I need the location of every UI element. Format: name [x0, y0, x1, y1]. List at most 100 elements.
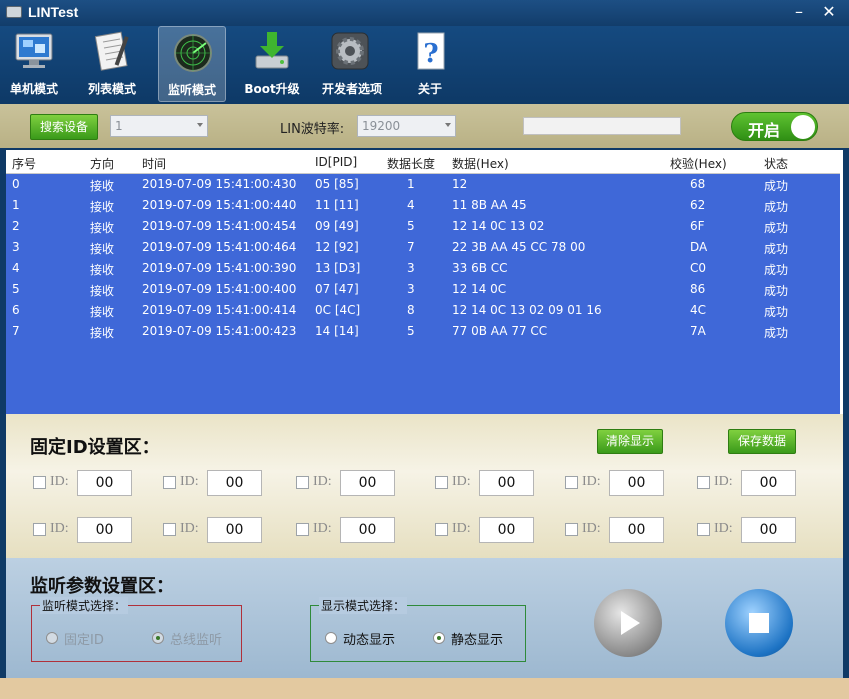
id-checkbox[interactable] — [435, 476, 448, 489]
table-cell: 4 — [407, 198, 415, 212]
table-cell: 接收 — [90, 242, 115, 256]
col-data-hex[interactable]: 数据(Hex) — [452, 155, 509, 172]
table-cell: 5 — [12, 282, 20, 296]
chevron-down-icon — [445, 123, 451, 127]
table-row[interactable]: 5 接收 2019-07-09 15:41:00:400 07 [47] 3 12 14 … — [6, 279, 843, 300]
table-cell: 2019-07-09 15:41:00:430 — [142, 177, 297, 191]
table-cell: 62 — [690, 198, 706, 212]
id-checkbox[interactable] — [697, 476, 710, 489]
message-table: 序号 方向 时间 ID[PID] 数据长度 数据(Hex) 校验(Hex) 状态… — [6, 150, 843, 414]
table-cell: 接收 — [90, 284, 115, 298]
monitor-params-title: 监听参数设置区： — [30, 576, 174, 597]
id-label: ID: — [582, 521, 601, 536]
table-row[interactable]: 3 接收 2019-07-09 15:41:00:464 12 [92] 7 22 3B … — [6, 237, 843, 258]
toggle-knob — [791, 115, 815, 139]
table-cell: 12 14 0C 13 02 — [452, 219, 545, 233]
id-value-input[interactable]: 00 — [609, 517, 664, 543]
id-label: ID: — [180, 521, 199, 536]
col-checksum[interactable]: 校验(Hex) — [670, 155, 727, 172]
id-value-input[interactable]: 00 — [741, 517, 796, 543]
toolbar-label: 单机模式 — [9, 82, 58, 96]
id-checkbox[interactable] — [33, 523, 46, 536]
col-direction[interactable]: 方向 — [90, 155, 114, 172]
id-checkbox[interactable] — [565, 476, 578, 489]
id-checkbox[interactable] — [33, 476, 46, 489]
id-value-input[interactable]: 00 — [77, 470, 132, 496]
table-cell: 4C — [690, 303, 707, 317]
app-icon — [6, 6, 22, 18]
baud-rate-select[interactable]: 19200 — [357, 115, 456, 137]
col-id-pid[interactable]: ID[PID] — [315, 155, 357, 169]
stop-button[interactable] — [725, 589, 793, 657]
table-row[interactable]: 1 接收 2019-07-09 15:41:00:440 11 [11] 4 11 8B … — [6, 195, 843, 216]
table-row[interactable]: 0 接收 2019-07-09 15:41:00:430 05 [85] 1 12 68 成功 — [6, 174, 843, 195]
table-row[interactable]: 7 接收 2019-07-09 15:41:00:423 14 [14] 5 77 0B … — [6, 321, 843, 342]
id-value-input[interactable]: 00 — [609, 470, 664, 496]
id-value-input[interactable]: 00 — [207, 517, 262, 543]
id-value-input[interactable]: 00 — [340, 470, 395, 496]
notepad-icon — [94, 31, 129, 71]
id-checkbox[interactable] — [435, 523, 448, 536]
table-cell: 2019-07-09 15:41:00:423 — [142, 324, 297, 338]
table-cell: C0 — [690, 261, 707, 275]
toolbar-about[interactable]: ? 关于 — [396, 26, 464, 102]
table-cell: 4 — [12, 261, 20, 275]
id-label: ID: — [452, 521, 471, 536]
minimize-button[interactable]: – — [788, 2, 810, 22]
table-cell: 77 0B AA 77 CC — [452, 324, 548, 338]
close-button[interactable]: ✕ — [818, 2, 840, 22]
save-data-button[interactable]: 保存数据 — [728, 429, 796, 454]
id-value-input[interactable]: 00 — [479, 517, 534, 543]
toolbar-monitor-mode[interactable]: 监听模式 — [158, 26, 226, 102]
id-value-input[interactable]: 00 — [340, 517, 395, 543]
id-checkbox[interactable] — [296, 523, 309, 536]
id-checkbox[interactable] — [163, 476, 176, 489]
chevron-down-icon — [197, 123, 203, 127]
table-cell: 2019-07-09 15:41:00:464 — [142, 240, 297, 254]
table-cell: 05 [85] — [315, 177, 359, 191]
search-device-button[interactable]: 搜索设备 — [30, 114, 98, 140]
table-cell: 12 — [452, 177, 468, 191]
table-cell: 2019-07-09 15:41:00:414 — [142, 303, 297, 317]
bottom-strip — [0, 678, 849, 699]
id-value-input[interactable]: 00 — [77, 517, 132, 543]
id-label: ID: — [452, 474, 471, 489]
id-value-input[interactable]: 00 — [207, 470, 262, 496]
toolbar-boot-upgrade[interactable]: Boot升级 — [238, 26, 306, 102]
col-data-length[interactable]: 数据长度 — [387, 155, 435, 172]
clear-display-button[interactable]: 清除显示 — [597, 429, 663, 454]
table-row[interactable]: 2 接收 2019-07-09 15:41:00:454 09 [49] 5 12 14 … — [6, 216, 843, 237]
toolbar-list-mode[interactable]: 列表模式 — [78, 26, 146, 102]
table-cell: 0 — [12, 177, 20, 191]
col-status[interactable]: 状态 — [764, 155, 788, 172]
id-label: ID: — [180, 474, 199, 489]
start-button[interactable] — [594, 589, 662, 657]
table-cell: 11 8B AA 45 — [452, 198, 527, 212]
open-toggle[interactable]: 开启 — [731, 112, 818, 141]
toolbar-developer-options[interactable]: 开发者选项 — [316, 26, 388, 102]
id-checkbox[interactable] — [163, 523, 176, 536]
id-value-input[interactable]: 00 — [741, 470, 796, 496]
table-cell: 33 6B CC — [452, 261, 508, 275]
table-cell: 接收 — [90, 326, 115, 340]
device-select[interactable]: 1 — [110, 115, 208, 137]
toolbar-standalone-mode[interactable]: 单机模式 — [0, 26, 68, 102]
table-row[interactable]: 6 接收 2019-07-09 15:41:00:414 0C [4C] 8 12 14 … — [6, 300, 843, 321]
id-value-input[interactable]: 00 — [479, 470, 534, 496]
table-cell: 14 [14] — [315, 324, 359, 338]
table-cell: 13 [D3] — [315, 261, 361, 275]
radar-icon — [174, 34, 212, 72]
col-index[interactable]: 序号 — [12, 155, 36, 172]
table-row[interactable]: 4 接收 2019-07-09 15:41:00:390 13 [D3] 3 33 6B … — [6, 258, 843, 279]
id-label: ID: — [582, 474, 601, 489]
toolbar-label: Boot升级 — [244, 82, 300, 96]
monitor-mode-caption: 监听模式选择： — [40, 597, 129, 614]
id-checkbox[interactable] — [565, 523, 578, 536]
id-label: ID: — [50, 474, 69, 489]
id-filter-1-5: ID: 00 — [565, 470, 665, 496]
id-checkbox[interactable] — [296, 476, 309, 489]
id-checkbox[interactable] — [697, 523, 710, 536]
col-time[interactable]: 时间 — [142, 155, 166, 172]
toolbar: 单机模式 列表模式 监听模式 Boot升级 开发者选项 ? 关于 — [0, 26, 849, 104]
help-icon: ? — [417, 32, 445, 70]
